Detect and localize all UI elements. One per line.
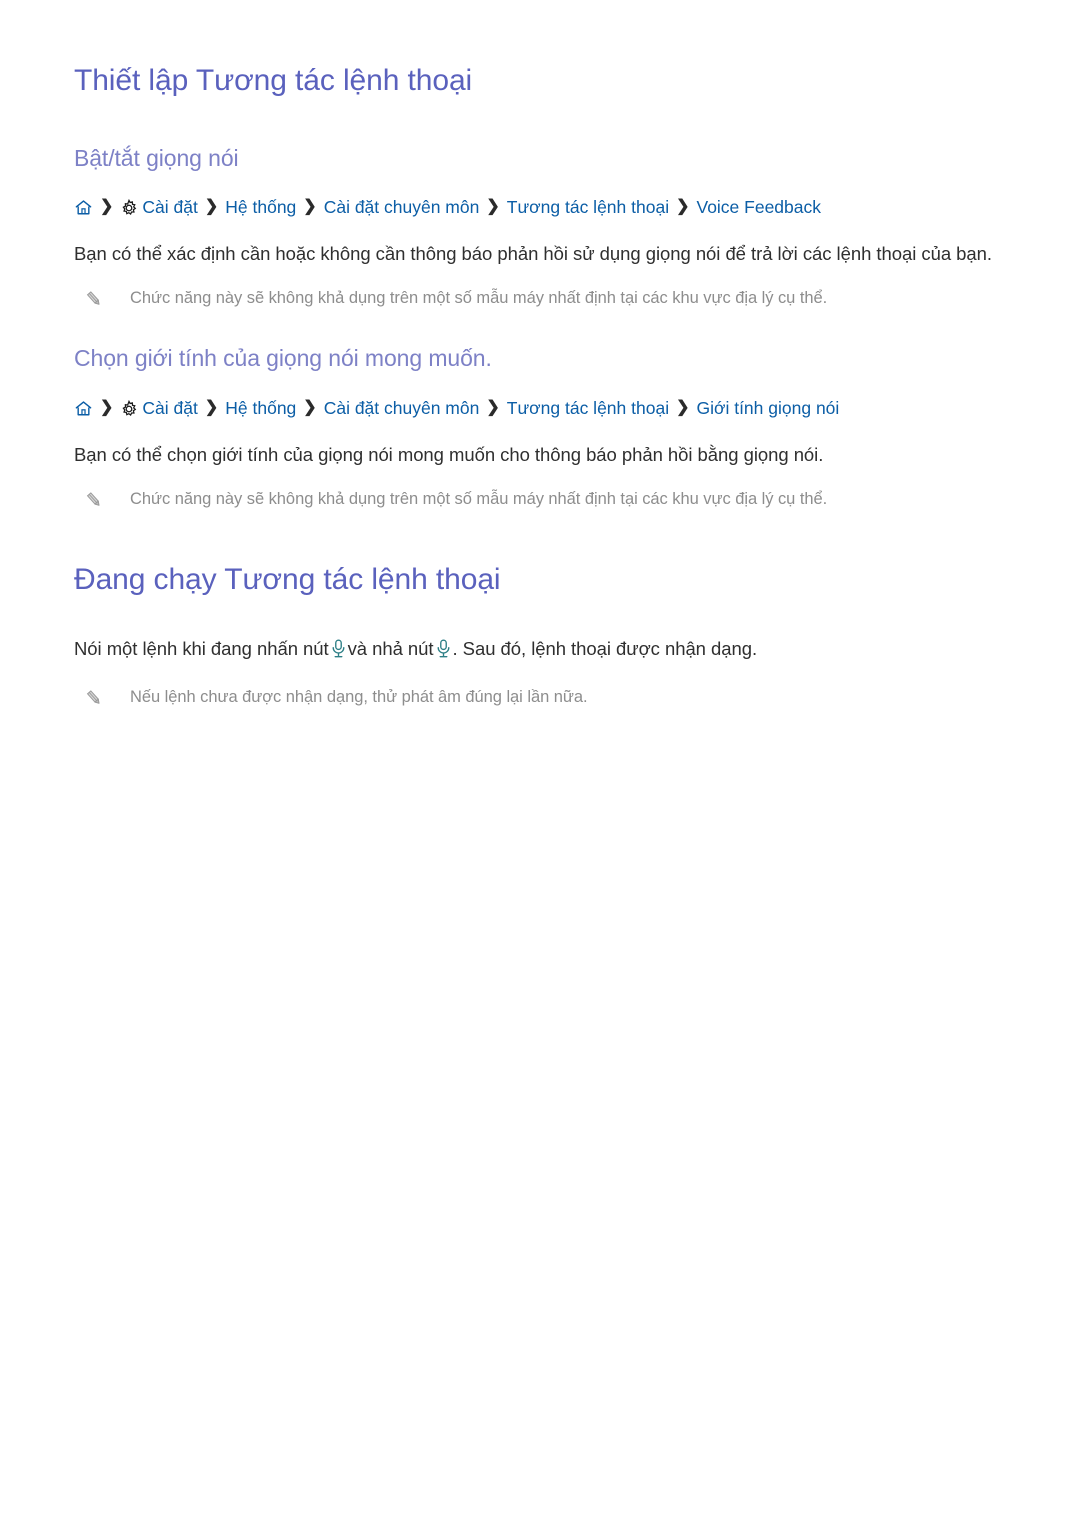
breadcrumb-separator: ❯ bbox=[204, 398, 219, 416]
breadcrumb-separator: ❯ bbox=[100, 398, 114, 416]
breadcrumb-item-expert-settings[interactable]: Cài đặt chuyên môn bbox=[324, 197, 480, 218]
running-body: Nói một lệnh khi đang nhấn nút và nhả nú… bbox=[74, 634, 1008, 668]
note-voice-gender: Chức năng này sẽ không khả dụng trên một… bbox=[74, 487, 1008, 512]
breadcrumb-item-voice-feedback[interactable]: Voice Feedback bbox=[696, 197, 821, 218]
breadcrumb-voice-feedback[interactable]: ❯ Cài đặt ❯ Hệ thống ❯ Cài đặt chuyên mô… bbox=[74, 197, 1008, 218]
breadcrumb-voice-gender[interactable]: ❯ Cài đặt ❯ Hệ thống ❯ Cài đặt chuyên mô… bbox=[74, 398, 1008, 419]
breadcrumb-item-settings[interactable]: Cài đặt bbox=[142, 197, 197, 218]
running-body-part-2: và nhả nút bbox=[347, 638, 434, 660]
breadcrumb-item-voice-interaction[interactable]: Tương tác lệnh thoại bbox=[507, 398, 669, 419]
breadcrumb-item-system[interactable]: Hệ thống bbox=[225, 197, 296, 218]
home-icon[interactable] bbox=[74, 399, 93, 418]
note-running: Nếu lệnh chưa được nhận dạng, thử phát â… bbox=[74, 685, 1008, 710]
breadcrumb-separator: ❯ bbox=[486, 398, 500, 416]
pencil-icon bbox=[83, 489, 105, 511]
breadcrumb-separator: ❯ bbox=[204, 197, 219, 215]
breadcrumb-separator: ❯ bbox=[303, 197, 317, 215]
gear-icon[interactable] bbox=[120, 399, 138, 418]
section-body-voice-gender: Bạn có thể chọn giới tính của giọng nói … bbox=[74, 444, 824, 465]
pencil-icon bbox=[83, 288, 105, 310]
microphone-icon bbox=[435, 638, 452, 668]
note-text: Chức năng này sẽ không khả dụng trên một… bbox=[130, 289, 828, 308]
microphone-icon bbox=[330, 638, 347, 668]
breadcrumb-separator: ❯ bbox=[303, 398, 317, 416]
running-body-part-3: . Sau đó, lệnh thoại được nhận dạng. bbox=[452, 638, 758, 660]
note-text: Nếu lệnh chưa được nhận dạng, thử phát â… bbox=[130, 688, 588, 707]
note-voice-feedback: Chức năng này sẽ không khả dụng trên một… bbox=[74, 286, 1008, 311]
breadcrumb-separator: ❯ bbox=[100, 197, 114, 215]
home-icon[interactable] bbox=[74, 198, 93, 217]
breadcrumb-item-expert-settings[interactable]: Cài đặt chuyên môn bbox=[324, 398, 480, 419]
manual-page: Thiết lập Tương tác lệnh thoại Bật/tắt g… bbox=[0, 0, 1080, 1527]
gear-icon[interactable] bbox=[120, 198, 138, 217]
breadcrumb-item-system[interactable]: Hệ thống bbox=[225, 398, 296, 419]
pencil-icon bbox=[83, 687, 105, 709]
page-title: Thiết lập Tương tác lệnh thoại bbox=[74, 64, 473, 97]
section-heading-voice-feedback: Bật/tắt giọng nói bbox=[74, 144, 239, 171]
note-text: Chức năng này sẽ không khả dụng trên một… bbox=[130, 489, 828, 508]
breadcrumb-separator: ❯ bbox=[676, 197, 690, 215]
breadcrumb-item-voice-gender[interactable]: Giới tính giọng nói bbox=[696, 398, 839, 419]
breadcrumb-item-voice-interaction[interactable]: Tương tác lệnh thoại bbox=[507, 197, 669, 218]
section-heading-voice-gender: Chọn giới tính của giọng nói mong muốn. bbox=[74, 345, 492, 372]
section-body-voice-feedback: Bạn có thể xác định cần hoặc không cần t… bbox=[74, 243, 992, 265]
breadcrumb-separator: ❯ bbox=[486, 197, 500, 215]
breadcrumb-item-settings[interactable]: Cài đặt bbox=[142, 398, 197, 419]
breadcrumb-separator: ❯ bbox=[676, 398, 690, 416]
page-title-running: Đang chạy Tương tác lệnh thoại bbox=[74, 562, 501, 596]
running-body-part-1: Nói một lệnh khi đang nhấn nút bbox=[74, 638, 329, 660]
